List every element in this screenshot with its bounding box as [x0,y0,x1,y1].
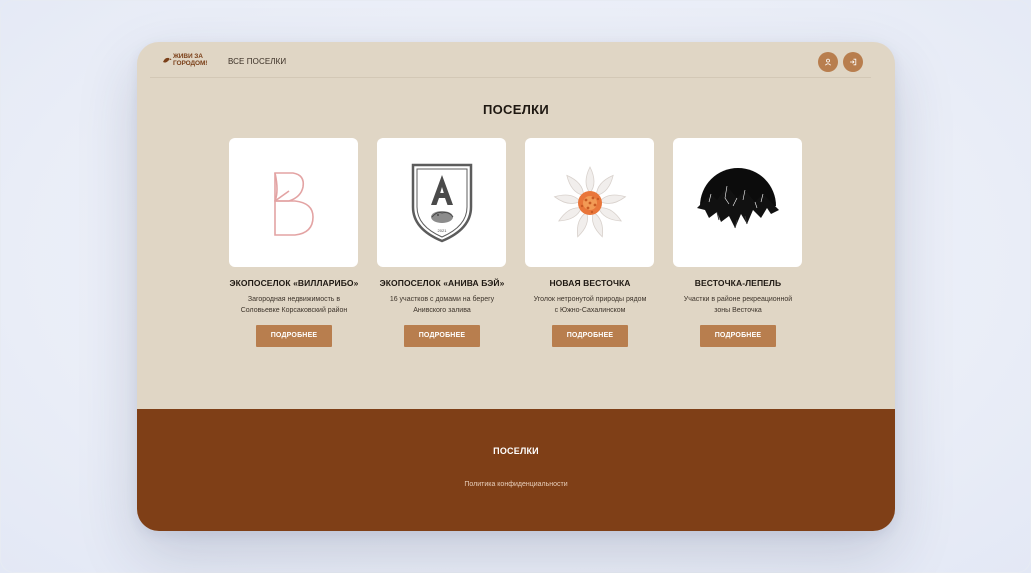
user-button[interactable] [818,52,838,72]
site-logo[interactable]: ЖИВИ ЗА ГОРОДОМ! [162,53,208,67]
more-button[interactable]: ПОДРОБНЕЕ [552,325,628,347]
card-description: Загородная недвижимость в Соловьевке Кор… [240,296,348,314]
card-title: ЭКОПОСЕЛОК «ВИЛЛАРИБО» [229,278,359,288]
shield-year-text: 2021 [437,228,447,233]
settlement-card-aniva-bay: 2021 ЭКОПОСЕЛОК «АНИВА БЭЙ» 16 участков … [377,138,507,347]
footer-settlements-link[interactable]: ПОСЕЛКИ [137,446,895,456]
settlement-card-vestochka-lepel: ВЕСТОЧКА-ЛЕПЕЛЬ Участки в районе рекреац… [673,138,803,347]
more-button[interactable]: ПОДРОБНЕЕ [404,325,480,347]
user-icon [825,58,831,66]
card-description: Участки в районе рекреационной зоны Вест… [683,296,793,314]
card-title: НОВАЯ ВЕСТОЧКА [549,278,631,288]
edelweiss-flower-icon [553,165,626,238]
card-description: 16 участков с домами на берегу Анивского… [389,296,495,314]
bird-logo-icon [163,57,172,63]
card-description: Уголок нетронутой природы рядом с Южно-С… [533,296,647,314]
card-image[interactable] [673,138,802,267]
card-title: ВЕСТОЧКА-ЛЕПЕЛЬ [694,278,782,288]
mountain-circle-logo-icon [696,167,779,228]
villaribo-logo-icon [273,171,314,236]
logo-text: ЖИВИ ЗА ГОРОДОМ! [173,53,208,67]
browser-window: ЖИВИ ЗА ГОРОДОМ! ВСЕ ПОСЕЛКИ ПОСЕЛКИ ЭКО… [137,42,895,531]
aniva-bay-shield-icon: 2021 [411,163,472,242]
site-header: ЖИВИ ЗА ГОРОДОМ! ВСЕ ПОСЕЛКИ [150,45,871,78]
page-title: ПОСЕЛКИ [482,102,549,117]
card-image[interactable]: 2021 [377,138,506,267]
more-button[interactable]: ПОДРОБНЕЕ [256,325,332,347]
logo-text-line2: ГОРОДОМ! [173,59,208,67]
settlement-card-villaribo: ЭКОПОСЕЛОК «ВИЛЛАРИБО» Загородная недвиж… [229,138,359,347]
nav-all-settlements[interactable]: ВСЕ ПОСЕЛКИ [228,57,286,66]
card-image[interactable] [229,138,358,267]
login-icon [850,58,857,66]
more-button[interactable]: ПОДРОБНЕЕ [700,325,776,347]
site-footer: ПОСЕЛКИ Политика конфиденциальности [137,409,895,531]
privacy-policy-link[interactable]: Политика конфиденциальности [137,481,895,488]
card-title: ЭКОПОСЕЛОК «АНИВА БЭЙ» [379,278,505,288]
login-button[interactable] [843,52,863,72]
settlement-card-novaya-vestochka: НОВАЯ ВЕСТОЧКА Уголок нетронутой природы… [525,138,655,347]
card-image[interactable] [525,138,654,267]
